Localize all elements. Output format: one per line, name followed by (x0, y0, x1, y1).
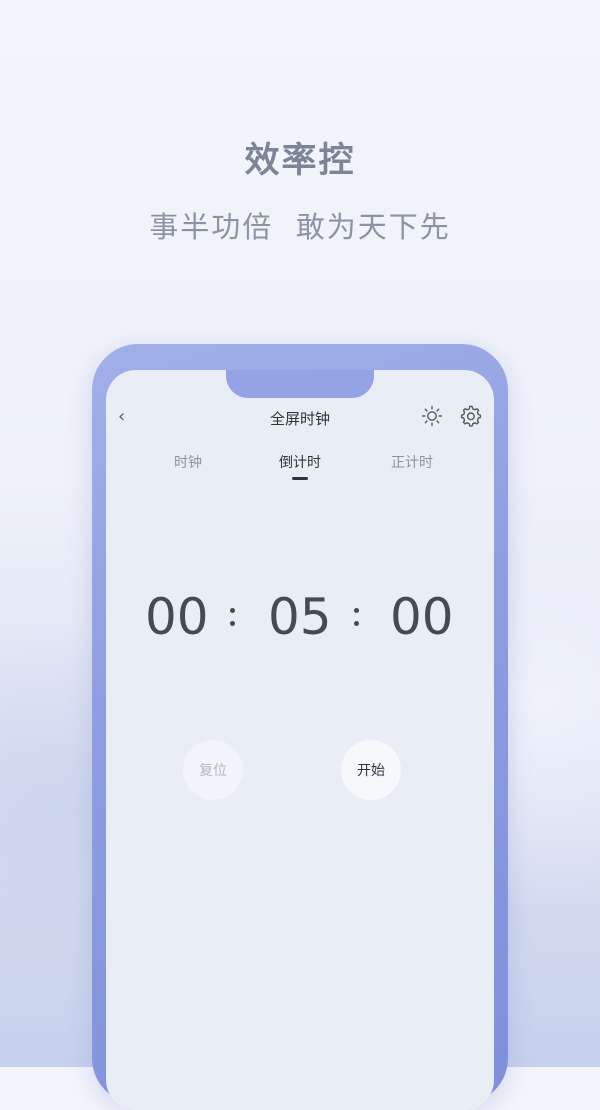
mode-tabs: 时钟 倒计时 正计时 (106, 452, 494, 492)
countdown-seconds: 00 (390, 588, 454, 646)
promo-headline: 效率控 (244, 141, 356, 181)
countdown-hours: 00 (145, 588, 209, 646)
phone-screen: ‹ 全屏时钟 时钟 倒计时 正计时 00 05 00 复位 开始 (106, 370, 494, 1110)
active-tab-indicator (292, 477, 308, 480)
time-separator (230, 608, 235, 628)
tab-clock[interactable]: 时钟 (148, 452, 228, 472)
tab-countdown[interactable]: 倒计时 (260, 452, 340, 480)
phone-frame: ‹ 全屏时钟 时钟 倒计时 正计时 00 05 00 复位 开始 (92, 344, 508, 1110)
brightness-icon[interactable] (420, 404, 444, 428)
start-button[interactable]: 开始 (341, 740, 401, 800)
tab-stopwatch[interactable]: 正计时 (372, 452, 452, 472)
time-separator (354, 608, 359, 628)
tab-countdown-label: 倒计时 (279, 455, 321, 471)
phone-notch (226, 370, 374, 398)
promo-subline: 事半功倍 敢为天下先 (149, 210, 451, 244)
countdown-minutes: 05 (268, 588, 332, 646)
gear-icon[interactable] (458, 404, 482, 428)
countdown-display: 00 05 00 (106, 588, 494, 648)
reset-button[interactable]: 复位 (183, 740, 243, 800)
